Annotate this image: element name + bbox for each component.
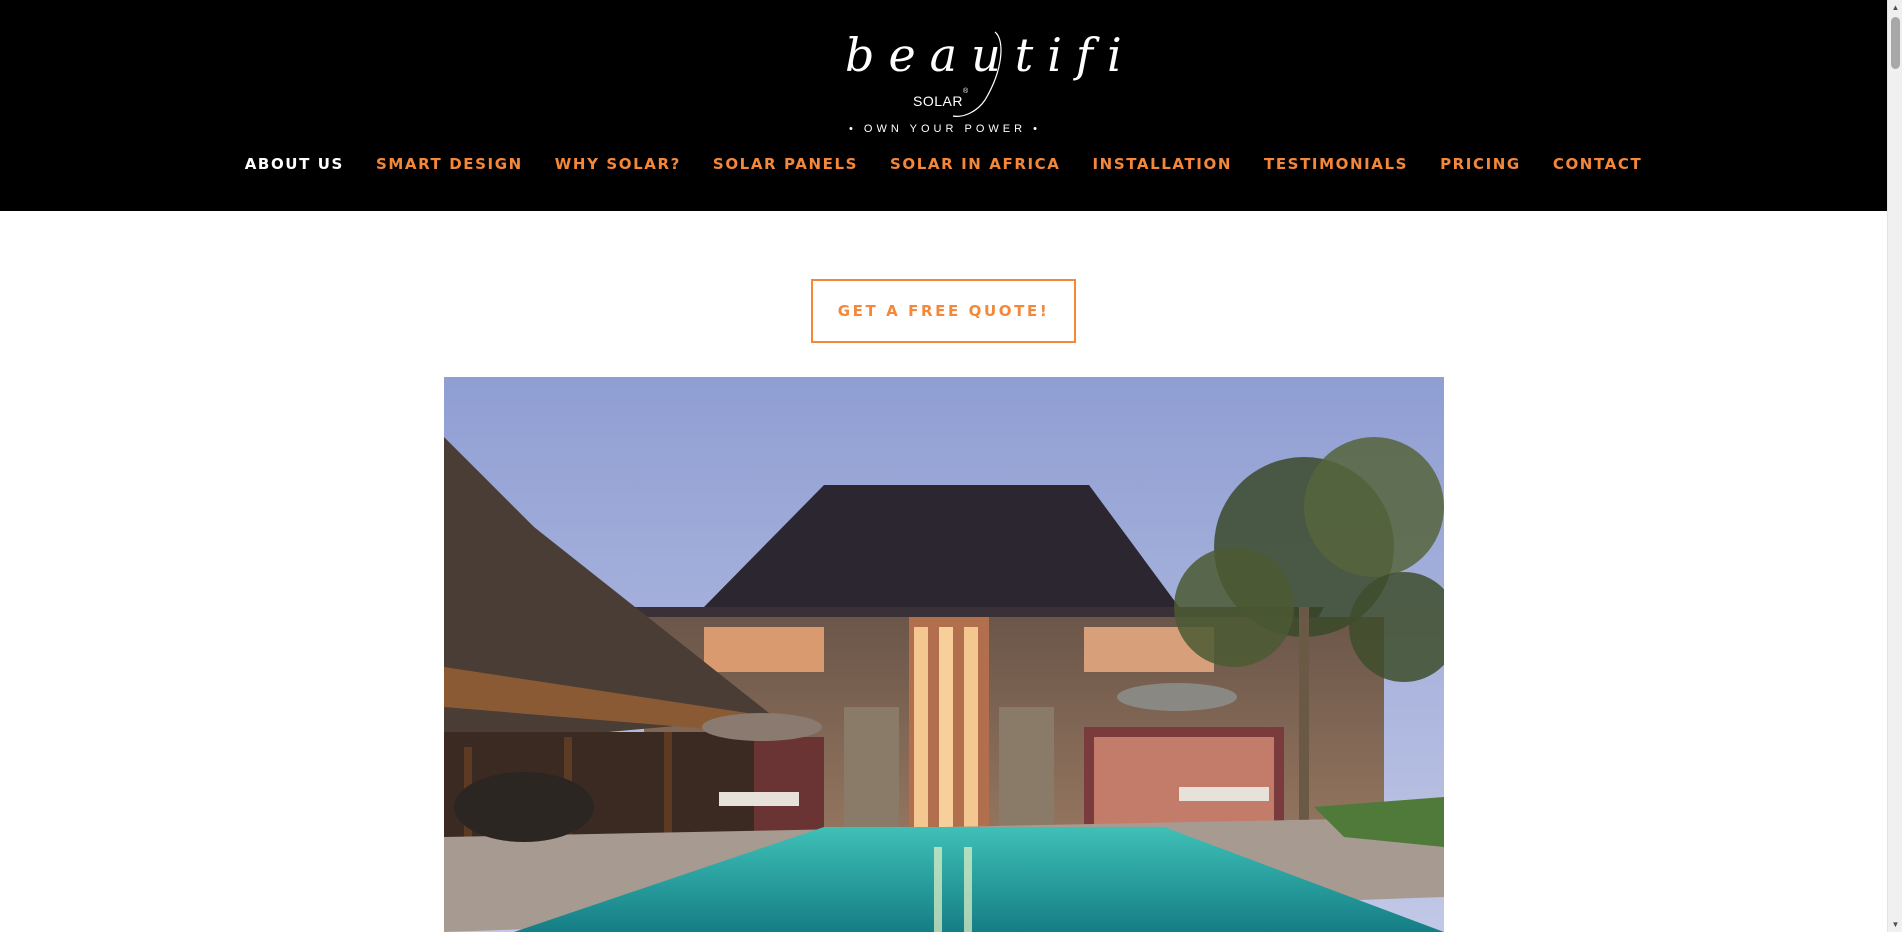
page: beautifi SOLAR ® • OWN YOUR POWER • ABOU… xyxy=(0,0,1887,932)
scroll-down-icon[interactable]: ▼ xyxy=(1888,917,1902,932)
nav-about-us[interactable]: ABOUT US xyxy=(245,152,344,176)
main-nav: ABOUT US SMART DESIGN WHY SOLAR? SOLAR P… xyxy=(0,152,1887,176)
get-quote-button[interactable]: GET A FREE QUOTE! xyxy=(811,279,1076,343)
scroll-thumb[interactable] xyxy=(1891,17,1900,69)
hero-image xyxy=(444,377,1444,932)
logo-tagline: • OWN YOUR POWER • xyxy=(849,123,1041,135)
nav-solar-panels[interactable]: SOLAR PANELS xyxy=(713,152,858,176)
logo-wordmark: beautifi xyxy=(845,28,1136,82)
nav-contact[interactable]: CONTACT xyxy=(1553,152,1642,176)
nav-installation[interactable]: INSTALLATION xyxy=(1092,152,1232,176)
nav-pricing[interactable]: PRICING xyxy=(1440,152,1521,176)
site-header: beautifi SOLAR ® • OWN YOUR POWER • ABOU… xyxy=(0,0,1887,211)
vertical-scrollbar[interactable]: ▲ ▼ xyxy=(1887,0,1902,932)
nav-testimonials[interactable]: TESTIMONIALS xyxy=(1264,152,1408,176)
registered-mark: ® xyxy=(963,88,969,95)
villa-pool-illustration xyxy=(444,377,1444,932)
logo-solar-text: SOLAR xyxy=(913,93,963,109)
nav-solar-in-africa[interactable]: SOLAR IN AFRICA xyxy=(890,152,1060,176)
site-logo[interactable]: beautifi SOLAR ® • OWN YOUR POWER • xyxy=(845,28,1136,140)
scroll-up-icon[interactable]: ▲ xyxy=(1888,0,1902,15)
nav-why-solar[interactable]: WHY SOLAR? xyxy=(555,152,681,176)
nav-smart-design[interactable]: SMART DESIGN xyxy=(376,152,523,176)
